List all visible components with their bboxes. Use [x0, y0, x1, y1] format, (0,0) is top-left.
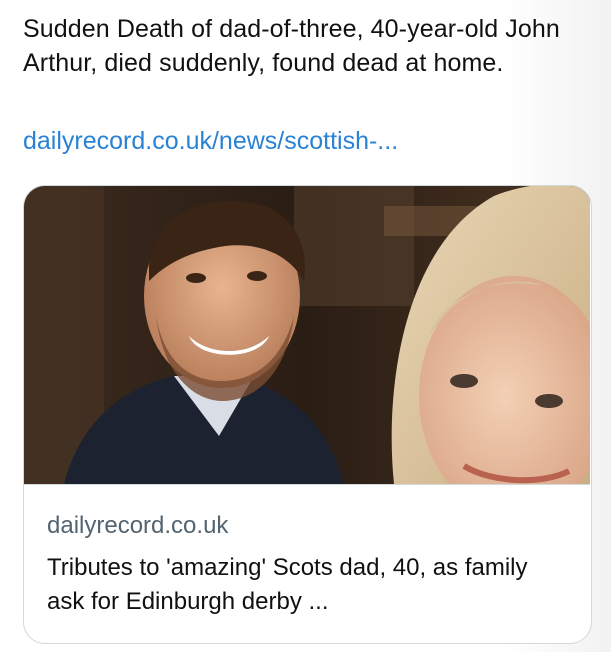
card-title: Tributes to 'amazing' Scots dad, 40, as … — [47, 554, 528, 615]
link-preview-card[interactable]: dailyrecord.co.uk Tributes to 'amazing' … — [23, 185, 592, 644]
card-image[interactable] — [24, 186, 590, 485]
post-text: Sudden Death of dad-of-three, 40-year-ol… — [23, 15, 560, 77]
post-link[interactable]: dailyrecord.co.uk/news/scottish-... — [23, 124, 398, 158]
card-domain: dailyrecord.co.uk — [47, 512, 229, 539]
card-photo — [24, 186, 590, 484]
